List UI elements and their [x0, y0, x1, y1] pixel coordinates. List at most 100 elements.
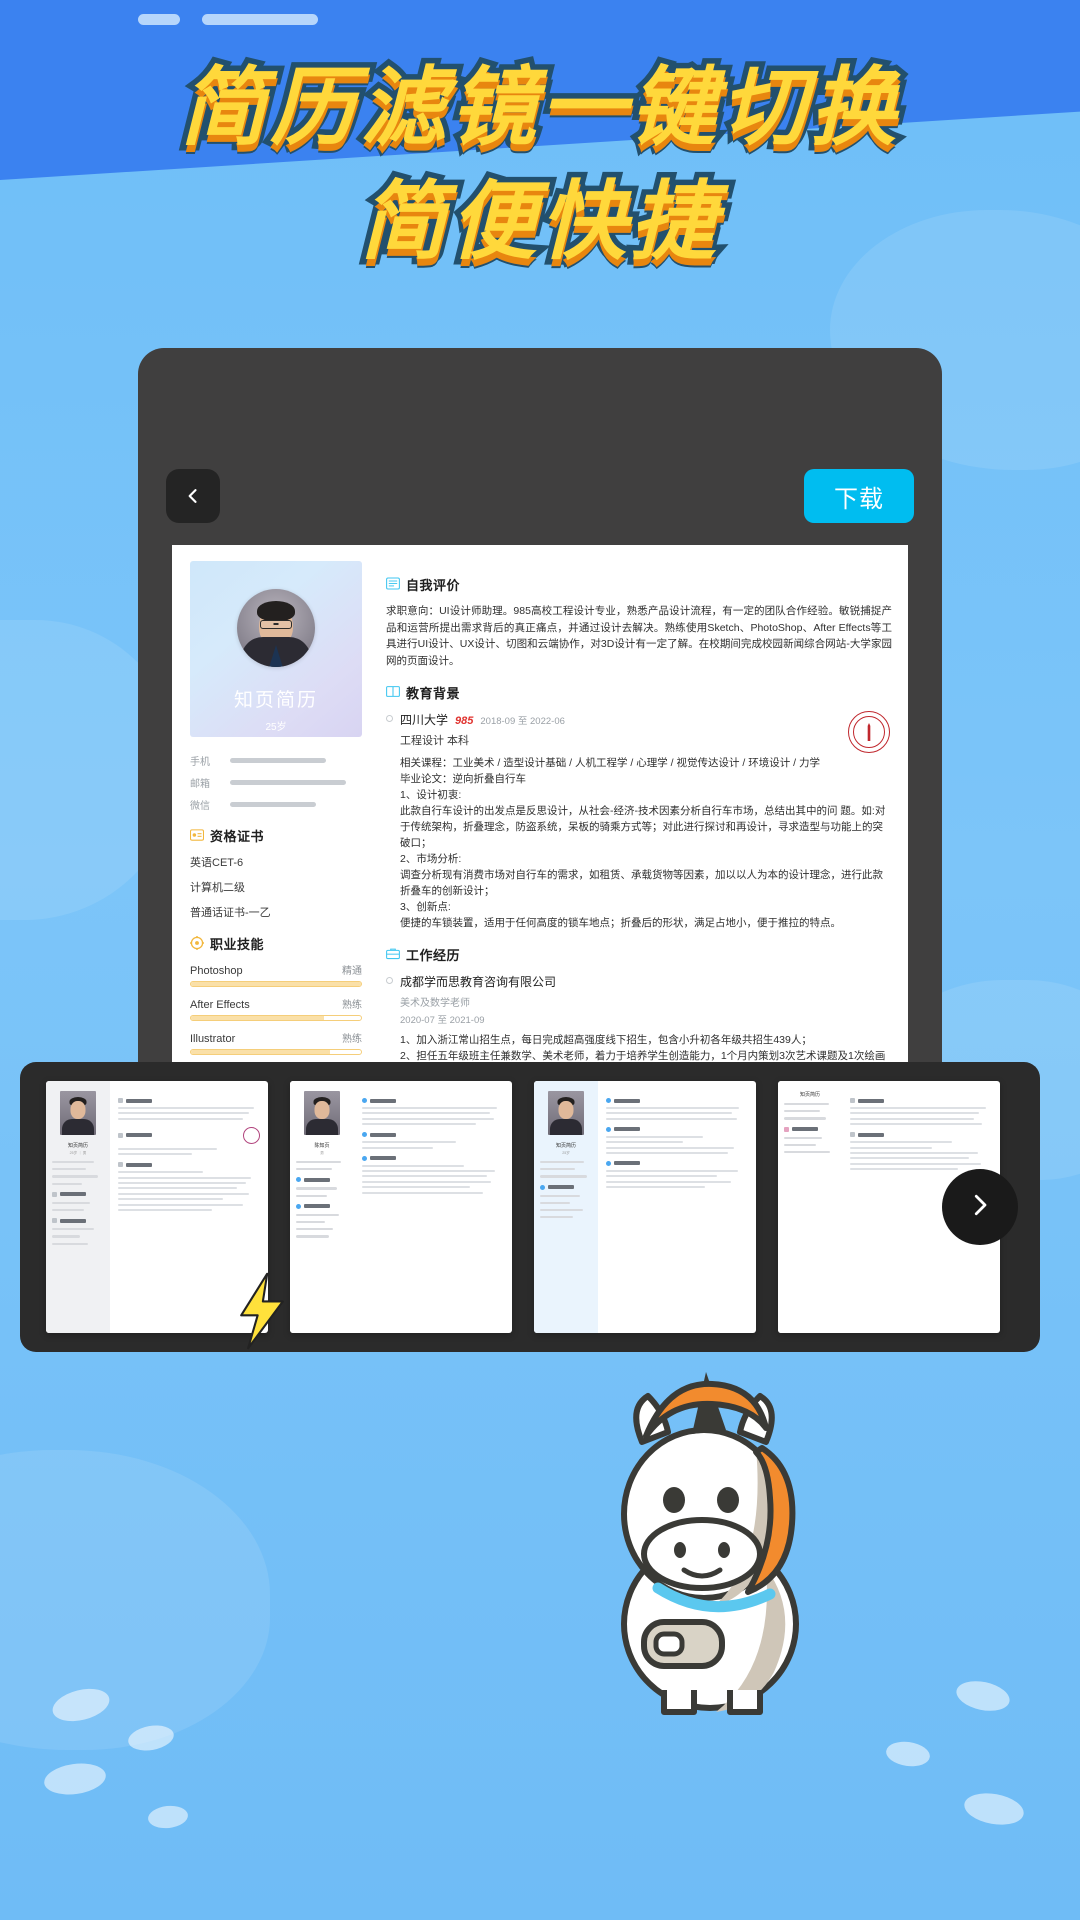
certificates-section-header: 资格证书: [190, 826, 362, 845]
headline-line-1: 简历滤镜一键切换: [175, 53, 902, 164]
profile-card: 知页简历 25岁: [190, 561, 362, 737]
briefcase-icon: [386, 947, 400, 962]
device-frame: 下载 知页简历 25岁 手机 邮箱 微信 资格证书 英语CET-6 计算机二级 …: [138, 348, 942, 1078]
education-tag: 985: [455, 715, 474, 727]
thumbnail-name: 知页简历: [555, 1143, 576, 1149]
contact-value-redacted: [230, 802, 316, 807]
skills-section-header: 职业技能: [190, 934, 362, 953]
decorative-pebble: [961, 1789, 1027, 1829]
thumbnail-main: [598, 1081, 756, 1333]
contact-row: 邮箱: [190, 775, 362, 790]
thumbnail-sidebar: 知页简历: [778, 1081, 842, 1333]
skill-progress-bar: [190, 981, 362, 987]
education-date: 2018-09 至 2022-06: [480, 716, 565, 727]
thumbnail-sidebar: 知页简历 25岁 ｜ 男: [46, 1081, 110, 1333]
self-eval-title: 自我评价: [406, 578, 461, 593]
indicator-pill-small: [138, 14, 180, 25]
back-button[interactable]: [166, 469, 220, 523]
skill-name: After Effects: [190, 999, 250, 1011]
skill-name: Illustrator: [190, 1033, 236, 1045]
skill-level: 熟练: [342, 1034, 362, 1045]
decorative-pebble: [146, 1803, 190, 1831]
carousel-next-button[interactable]: [942, 1169, 1018, 1245]
contact-row: 手机: [190, 753, 362, 768]
resume-preview[interactable]: 知页简历 25岁 手机 邮箱 微信 资格证书 英语CET-6 计算机二级 普通话…: [172, 545, 908, 1078]
resume-template-thumbnail[interactable]: 陈知页 男: [290, 1081, 512, 1333]
contact-label: 微信: [190, 801, 210, 812]
education-school: 四川大学: [400, 713, 449, 727]
contact-value-redacted: [230, 758, 326, 763]
decorative-pebble: [884, 1739, 932, 1769]
thumbnail-sidebar: 知页简历 25岁: [534, 1081, 598, 1333]
app-toolbar: 下载: [138, 452, 942, 540]
decorative-pebble: [953, 1676, 1013, 1716]
unicorn-mascot-icon: [580, 1338, 840, 1718]
work-section-header: 工作经历: [386, 945, 892, 964]
lightning-bolt-icon: [236, 1272, 288, 1350]
self-eval-text: 求职意向：UI设计师助理。985高校工程设计专业，熟悉产品设计流程，有一定的团队…: [386, 605, 892, 667]
education-section-header: 教育背景: [386, 683, 892, 702]
resume-template-thumbnail[interactable]: 知页简历 25岁: [534, 1081, 756, 1333]
skill-progress-fill: [191, 1050, 331, 1054]
promo-headline: 简历滤镜一键切换 简便快捷: [0, 53, 1080, 278]
thumbnail-subtitle: 25岁: [562, 1151, 570, 1155]
user-photo-icon: [237, 589, 315, 667]
work-date: 2020-07 至 2021-09: [400, 1015, 485, 1026]
thumbnail-photo-icon: [548, 1091, 584, 1135]
thumbnail-subtitle: 25岁 ｜ 男: [69, 1151, 87, 1155]
timeline-bullet-icon: [386, 715, 393, 722]
skill-progress-bar: [190, 1015, 362, 1021]
book-icon: [386, 685, 400, 700]
certificate-item: 普通话证书-一乙: [190, 907, 271, 919]
template-carousel[interactable]: 知页简历 25岁 ｜ 男 陈知页 男 知页简历 25岁 知页简历: [20, 1062, 1040, 1352]
download-button[interactable]: 下载: [804, 469, 914, 523]
skill-level: 精通: [342, 966, 362, 977]
skill-level: 熟练: [342, 1000, 362, 1011]
certificate-icon: [190, 828, 205, 843]
background-blob: [0, 1450, 270, 1750]
certificates-title: 资格证书: [210, 829, 265, 844]
decorative-pebble: [42, 1759, 108, 1799]
thumbnail-name: 陈知页: [314, 1143, 330, 1149]
work-company: 成都学而思教育咨询有限公司: [400, 975, 557, 989]
skill-row: Illustrator 熟练: [190, 1030, 362, 1055]
thumbnail-sidebar: 陈知页 男: [290, 1081, 354, 1333]
work-role: 美术及数学老师: [400, 998, 470, 1009]
thumbnail-photo-icon: [60, 1091, 96, 1135]
skill-progress-fill: [191, 1016, 324, 1020]
education-title: 教育背景: [406, 686, 461, 701]
chevron-right-icon: [965, 1190, 995, 1225]
certificate-item: 英语CET-6: [190, 857, 244, 869]
skill-row: Photoshop 精通: [190, 962, 362, 987]
resume-main: 自我评价 求职意向：UI设计师助理。985高校工程设计专业，熟悉产品设计流程，有…: [380, 545, 908, 1078]
profile-name: 知页简历: [233, 690, 318, 711]
profile-age: 25岁: [265, 722, 287, 733]
chevron-left-icon: [183, 486, 203, 506]
skill-row: After Effects 熟练: [190, 996, 362, 1021]
headline-line-2: 简便快捷: [355, 167, 722, 278]
thumbnail-name: 知页简历: [67, 1143, 88, 1149]
note-icon: [386, 577, 400, 592]
indicator-pill-large: [202, 14, 318, 25]
thumbnail-subtitle: 男: [320, 1151, 324, 1155]
thumbnail-main: [354, 1081, 512, 1333]
gear-icon: [190, 935, 204, 952]
education-major: 工程设计 本科: [400, 735, 470, 747]
resume-template-thumbnail[interactable]: 知页简历 25岁 ｜ 男: [46, 1081, 268, 1333]
university-seal-icon: [848, 711, 890, 753]
education-entry: 四川大学 985 2018-09 至 2022-06 工程设计 本科 相关课程：…: [386, 711, 892, 931]
skill-name: Photoshop: [190, 965, 243, 977]
thumbnail-name: 知页简历: [799, 1092, 820, 1098]
self-eval-section-header: 自我评价: [386, 575, 892, 594]
education-detail: 相关课程：工业美术 / 造型设计基础 / 人机工程学 / 心理学 / 视觉传达设…: [400, 757, 886, 929]
thumbnail-photo-icon: [304, 1091, 340, 1135]
timeline-bullet-icon: [386, 977, 393, 984]
skills-title: 职业技能: [210, 937, 265, 952]
contact-list: 手机 邮箱 微信: [190, 753, 362, 812]
skill-progress-bar: [190, 1049, 362, 1055]
contact-row: 微信: [190, 797, 362, 812]
top-indicator-pills: [138, 14, 318, 25]
work-title: 工作经历: [406, 948, 461, 963]
contact-label: 邮箱: [190, 779, 210, 790]
skill-progress-fill: [191, 982, 361, 986]
